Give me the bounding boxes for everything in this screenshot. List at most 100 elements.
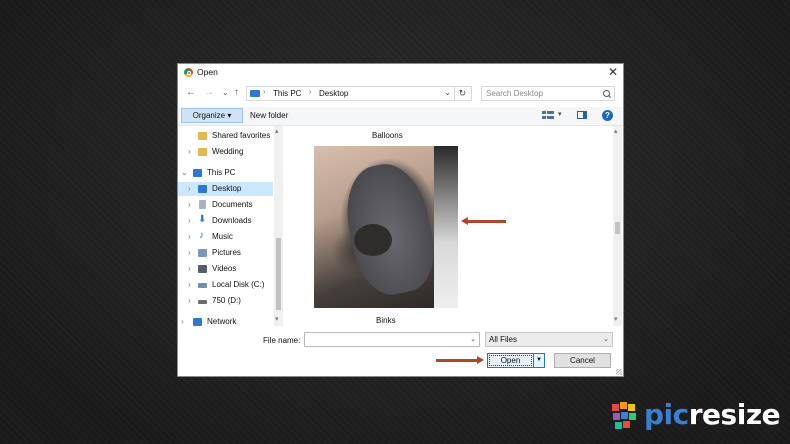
new-folder-button[interactable]: New folder xyxy=(250,111,288,120)
recent-locations-icon[interactable]: ⌄ xyxy=(222,87,229,99)
videos-icon xyxy=(198,265,207,273)
nav-pane-scrollbar[interactable]: ▴ ▾ xyxy=(274,126,283,326)
open-button[interactable]: Open ▼ xyxy=(487,353,545,368)
documents-icon xyxy=(199,200,206,209)
photo-thumbnail-binks[interactable] xyxy=(314,146,458,308)
nav-item-label: Videos xyxy=(212,264,237,273)
expand-chevron-icon[interactable]: › xyxy=(188,184,191,193)
close-icon[interactable]: ✕ xyxy=(608,65,618,79)
scroll-up-icon[interactable]: ▴ xyxy=(614,128,618,136)
annotation-arrow-right-icon xyxy=(436,356,484,364)
picresize-wordmark: picresize xyxy=(644,397,781,433)
nav-item-label: Wedding xyxy=(212,147,244,156)
breadcrumb-separator: › xyxy=(309,89,312,96)
navigation-bar: ← → ⌄ ↑ › This PC › Desktop ⌄ ↻ Search D… xyxy=(178,84,623,104)
address-bar[interactable]: › This PC › Desktop ⌄ ↻ xyxy=(246,86,472,101)
help-icon[interactable]: ? xyxy=(602,110,613,121)
expand-chevron-icon[interactable]: › xyxy=(188,296,191,305)
nav-item-music[interactable]: › ♪ Music xyxy=(178,230,273,244)
breadcrumb-desktop[interactable]: Desktop xyxy=(319,89,348,98)
open-button-label[interactable]: Open xyxy=(489,355,532,366)
open-file-dialog: Open ✕ ← → ⌄ ↑ › This PC › Desktop ⌄ ↻ S… xyxy=(177,63,624,377)
nav-item-downloads[interactable]: › ⬇ Downloads xyxy=(178,214,273,228)
preview-pane-icon[interactable] xyxy=(577,111,587,119)
nav-item-desktop[interactable]: › Desktop xyxy=(178,182,273,196)
scroll-down-icon[interactable]: ▾ xyxy=(614,316,618,324)
scroll-up-icon[interactable]: ▴ xyxy=(275,128,279,136)
nav-pane-scroll-thumb[interactable] xyxy=(276,238,281,310)
navigation-pane: Shared favorites › Wedding ⌄ This PC › D… xyxy=(178,126,285,326)
nav-item-this-pc[interactable]: ⌄ This PC xyxy=(178,166,273,180)
expand-chevron-icon[interactable]: › xyxy=(181,317,184,326)
search-input[interactable]: Search Desktop xyxy=(481,86,615,101)
command-toolbar: Organize ▾ New folder ▾ ? xyxy=(178,107,623,126)
content-scrollbar[interactable]: ▴ ▾ xyxy=(613,126,622,326)
cat-photo-face xyxy=(354,224,392,256)
nav-item-label: Local Disk (C:) xyxy=(212,280,265,289)
expand-chevron-icon[interactable]: › xyxy=(188,248,191,257)
search-placeholder: Search Desktop xyxy=(486,89,543,98)
drive-c-icon xyxy=(198,283,207,288)
organize-button[interactable]: Organize ▾ xyxy=(181,108,243,123)
cat-photo-body xyxy=(337,157,443,301)
picresize-logo: picresize xyxy=(610,397,782,435)
collapse-chevron-icon[interactable]: ⌄ xyxy=(181,168,188,177)
dialog-title: Open xyxy=(197,67,218,77)
desktop-icon xyxy=(198,185,207,193)
file-item-binks[interactable]: Binks xyxy=(376,316,396,325)
nav-item-wedding[interactable]: › Wedding xyxy=(178,145,273,159)
nav-item-label: Documents xyxy=(212,200,253,209)
chevron-down-icon[interactable]: ⌄ xyxy=(470,335,476,343)
file-type-select[interactable]: All Files ⌄ xyxy=(485,332,613,347)
expand-chevron-icon[interactable]: › xyxy=(188,147,191,156)
nav-item-shared-favorites[interactable]: Shared favorites xyxy=(178,129,273,143)
computer-icon xyxy=(193,169,202,177)
file-type-value: All Files xyxy=(489,335,518,344)
logo-text-pic: pic xyxy=(644,398,689,431)
content-scroll-thumb[interactable] xyxy=(615,222,620,234)
nav-item-documents[interactable]: › Documents xyxy=(178,198,273,212)
back-arrow-icon[interactable]: ← xyxy=(186,87,196,99)
chrome-icon xyxy=(184,68,193,77)
cat-photo-background xyxy=(434,146,458,308)
cancel-button[interactable]: Cancel xyxy=(554,353,611,368)
scroll-down-icon[interactable]: ▾ xyxy=(275,316,279,324)
up-arrow-icon[interactable]: ↑ xyxy=(234,87,239,99)
folder-image-icon xyxy=(198,132,207,140)
drive-icon xyxy=(198,300,207,304)
search-icon xyxy=(603,90,610,97)
nav-item-videos[interactable]: › Videos xyxy=(178,262,273,276)
forward-arrow-icon[interactable]: → xyxy=(204,87,214,99)
folder-image-icon xyxy=(198,148,207,156)
logo-text-resize: resize xyxy=(688,398,781,431)
pictures-icon xyxy=(198,249,207,257)
chevron-down-icon[interactable]: ⌄ xyxy=(444,88,451,97)
folder-item-balloons[interactable]: Balloons xyxy=(372,131,403,140)
nav-item-drive-d[interactable]: › 750 (D:) xyxy=(178,294,273,308)
resize-grip-icon[interactable] xyxy=(616,369,622,375)
nav-item-local-disk-c[interactable]: › Local Disk (C:) xyxy=(178,278,273,292)
network-icon xyxy=(193,318,202,326)
breadcrumb-separator: › xyxy=(263,89,266,96)
expand-chevron-icon[interactable]: › xyxy=(188,280,191,289)
expand-chevron-icon[interactable]: › xyxy=(188,232,191,241)
refresh-icon[interactable]: ↻ xyxy=(454,87,470,100)
file-name-label: File name: xyxy=(263,336,301,345)
picresize-mark-icon xyxy=(610,402,642,432)
nav-item-label: Downloads xyxy=(212,216,252,225)
expand-chevron-icon[interactable]: › xyxy=(188,200,191,209)
nav-item-label: Music xyxy=(212,232,233,241)
expand-chevron-icon[interactable]: › xyxy=(188,216,191,225)
nav-item-label: Pictures xyxy=(212,248,241,257)
music-icon: ♪ xyxy=(199,230,204,241)
change-view-icon[interactable] xyxy=(542,110,554,120)
this-pc-icon xyxy=(250,90,260,97)
downloads-icon: ⬇ xyxy=(198,214,207,225)
nav-item-network[interactable]: › Network xyxy=(178,315,273,326)
view-options-dropdown-icon[interactable]: ▾ xyxy=(558,110,562,118)
breadcrumb-this-pc[interactable]: This PC xyxy=(273,89,301,98)
open-split-dropdown-icon[interactable]: ▼ xyxy=(533,354,544,367)
expand-chevron-icon[interactable]: › xyxy=(188,264,191,273)
nav-item-pictures[interactable]: › Pictures xyxy=(178,246,273,260)
file-name-field[interactable]: ⌄ xyxy=(304,332,480,347)
